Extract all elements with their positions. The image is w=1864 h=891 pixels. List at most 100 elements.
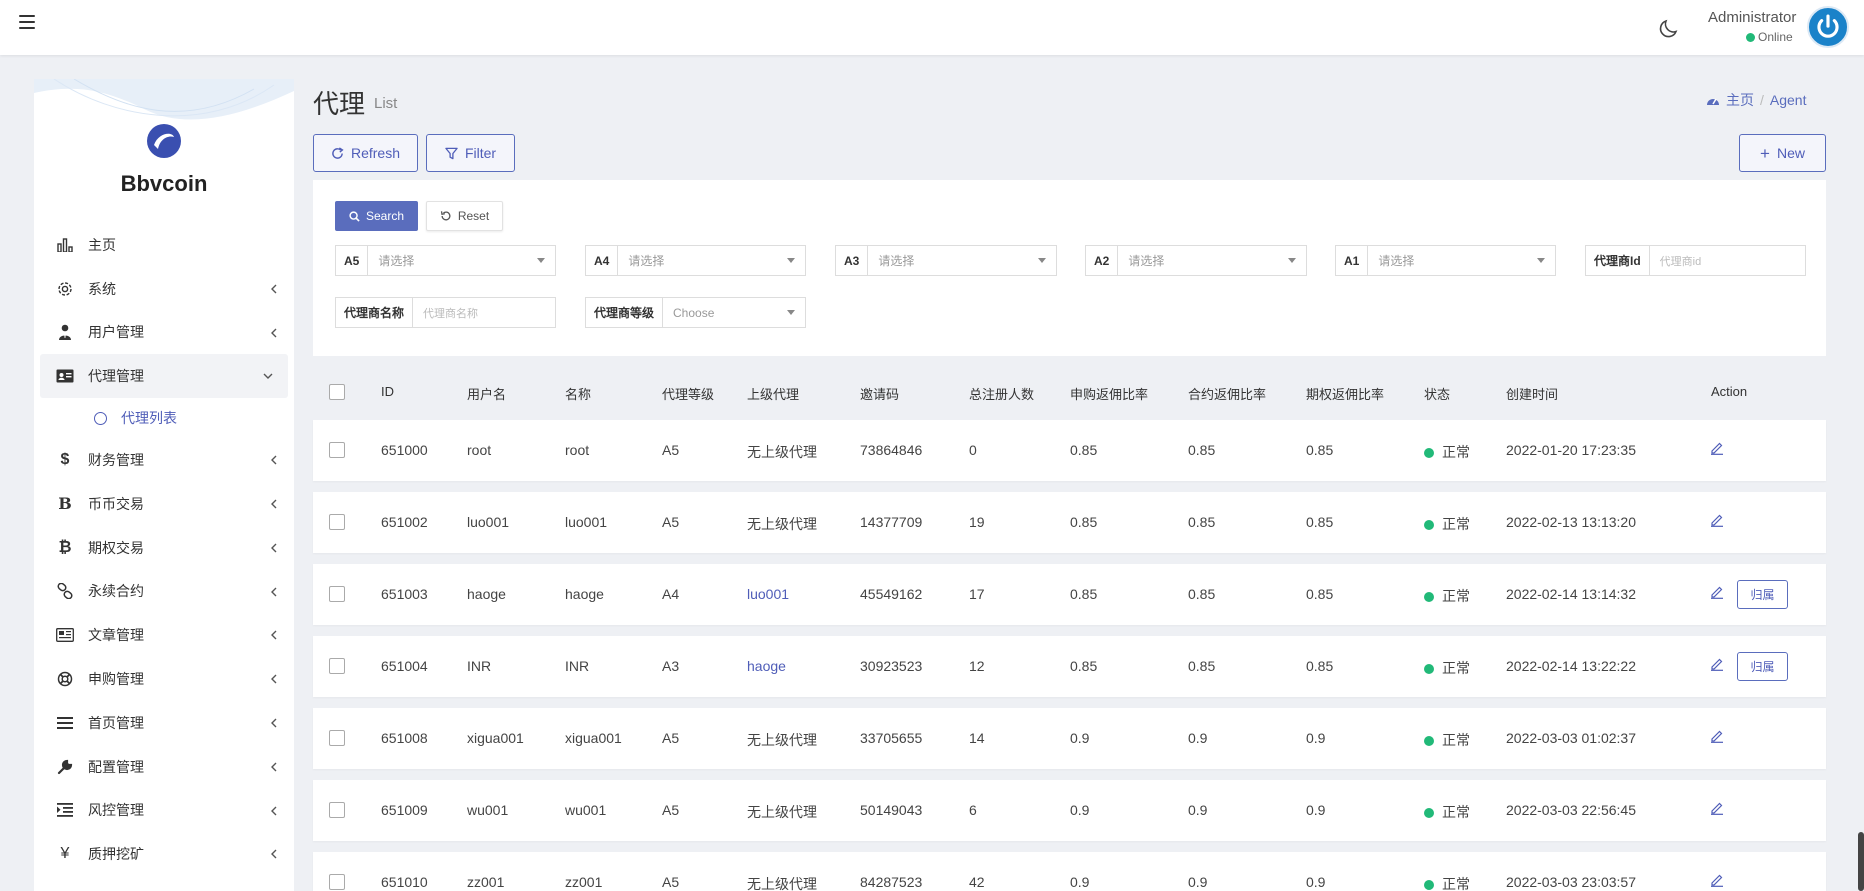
- row-checkbox[interactable]: [329, 586, 345, 602]
- agent-name-input[interactable]: 代理商名称: [413, 298, 555, 327]
- reset-button[interactable]: Reset: [426, 201, 503, 231]
- cell-parent[interactable]: luo001: [747, 586, 789, 602]
- user-name[interactable]: Administrator: [1708, 9, 1796, 26]
- select-placeholder: 请选择: [628, 254, 665, 268]
- dark-mode-moon-icon[interactable]: [1657, 16, 1681, 40]
- sidebar-item-subscription[interactable]: 申购管理: [34, 657, 294, 701]
- edit-pencil-icon[interactable]: [1710, 441, 1724, 455]
- edit-pencil-icon[interactable]: [1710, 801, 1724, 815]
- chevron-left-icon: [271, 284, 277, 294]
- sidebar-item-config[interactable]: 配置管理: [34, 745, 294, 789]
- sidebar-item-options-trading[interactable]: ₿ 期权交易: [34, 526, 294, 570]
- sidebar-item-finance[interactable]: $ 财务管理: [34, 438, 294, 482]
- cell-register-count: 14: [969, 730, 985, 746]
- cell-id: 651009: [381, 802, 428, 818]
- funnel-icon: [445, 147, 458, 159]
- cell-register-count: 12: [969, 658, 985, 674]
- sidebar-item-users[interactable]: 用户管理: [34, 311, 294, 355]
- column-header: ID: [381, 384, 394, 399]
- table-row: 651009 wu001 wu001 A5 无上级代理 50149043 6 0.9 0.9 0.…: [313, 780, 1826, 841]
- row-checkbox[interactable]: [329, 802, 345, 818]
- belong-button[interactable]: 归属: [1737, 580, 1788, 609]
- sidebar-item-label: 质押挖矿: [88, 846, 144, 863]
- cell-username: luo001: [467, 514, 510, 530]
- select-placeholder: 请选择: [1128, 254, 1165, 268]
- id-card-icon: [56, 368, 74, 384]
- table-header: ID 用户名 名称 代理等级 上级代理 邀请码 总注册人数 申购返佣比率 合约返…: [313, 376, 1826, 408]
- filter-a1-select[interactable]: 请选择: [1368, 246, 1555, 275]
- sidebar-item-agent-management[interactable]: 代理管理: [40, 354, 288, 399]
- edit-pencil-icon[interactable]: [1710, 873, 1724, 887]
- edit-pencil-icon[interactable]: [1710, 585, 1724, 599]
- filter-button[interactable]: Filter: [426, 134, 515, 172]
- cell-invite-code: 14377709: [860, 514, 923, 530]
- yen-icon: ¥: [60, 845, 70, 863]
- cell-username: root: [467, 442, 492, 458]
- status-label: 正常: [1442, 444, 1470, 460]
- table-row: 651008 xigua001 xigua001 A5 无上级代理 33705655 14 0…: [313, 708, 1826, 769]
- breadcrumb-home[interactable]: 主页: [1726, 90, 1754, 110]
- refresh-icon: [332, 146, 344, 159]
- cell-name: xigua001: [565, 730, 622, 746]
- cell-status: 正常: [1424, 874, 1470, 891]
- filter-a4: A4 请选择: [585, 245, 806, 276]
- row-checkbox[interactable]: [329, 730, 345, 746]
- top-navbar: Administrator Online: [0, 0, 1864, 55]
- select-all-checkbox[interactable]: [329, 384, 345, 400]
- scrollbar-thumb[interactable]: [1858, 832, 1864, 891]
- avatar[interactable]: [1807, 6, 1849, 48]
- filter-a4-select[interactable]: 请选择: [618, 246, 805, 275]
- new-button[interactable]: + New: [1739, 134, 1826, 172]
- cell-created-time: 2022-02-13 13:13:20: [1506, 514, 1636, 530]
- filter-a3: A3 请选择: [835, 245, 1057, 276]
- edit-pencil-icon[interactable]: [1710, 657, 1724, 671]
- hamburger-menu-icon[interactable]: [19, 15, 35, 29]
- sidebar-item-label: 文章管理: [88, 627, 144, 644]
- filter-a5-select[interactable]: 请选择: [368, 246, 555, 275]
- sidebar-item-articles[interactable]: 文章管理: [34, 613, 294, 657]
- agent-level-select[interactable]: Choose: [663, 298, 805, 327]
- cell-subscription-rebate: 0.85: [1070, 514, 1098, 530]
- cell-option-rebate: 0.9: [1306, 730, 1326, 746]
- filter-panel: Search Reset A5 请选择 A4 请选择 A3 请选择 A2 请选择…: [313, 180, 1826, 356]
- online-dot-icon: [1746, 33, 1755, 42]
- sidebar-subitem-agent-list[interactable]: 代理列表: [34, 398, 294, 438]
- cell-created-time: 2022-03-03 01:02:37: [1506, 730, 1636, 746]
- cell-parent: 无上级代理: [747, 876, 817, 891]
- sidebar-item-home[interactable]: 主页: [34, 223, 294, 267]
- filter-label: 代理商Id: [1586, 246, 1650, 275]
- cell-register-count: 42: [969, 874, 985, 890]
- search-icon: [349, 210, 360, 222]
- cell-level: A5: [662, 802, 680, 818]
- filter-a2-select[interactable]: 请选择: [1118, 246, 1306, 275]
- cell-register-count: 6: [969, 802, 977, 818]
- status-dot-icon: [1424, 592, 1434, 602]
- cell-parent[interactable]: haoge: [747, 658, 786, 674]
- refresh-button[interactable]: Refresh: [313, 134, 418, 172]
- sidebar-item-spot-trading[interactable]: B 币币交易: [34, 482, 294, 526]
- filter-a3-select[interactable]: 请选择: [868, 246, 1056, 275]
- brand-name: Bbvcoin: [120, 171, 208, 196]
- chevron-left-icon: [271, 762, 277, 772]
- belong-button[interactable]: 归属: [1737, 652, 1788, 681]
- search-button[interactable]: Search: [335, 201, 418, 231]
- cell-name: root: [565, 442, 590, 458]
- sidebar-item-homepage-management[interactable]: 首页管理: [34, 701, 294, 745]
- row-checkbox[interactable]: [329, 658, 345, 674]
- cell-status: 正常: [1424, 586, 1470, 606]
- sidebar-item-perpetual[interactable]: 永续合约: [34, 570, 294, 614]
- sidebar-item-staking-mining[interactable]: ¥ 质押挖矿: [34, 832, 294, 876]
- sidebar-item-label: 系统: [88, 280, 116, 297]
- cell-invite-code: 84287523: [860, 874, 923, 890]
- row-checkbox[interactable]: [329, 442, 345, 458]
- sidebar-item-risk-control[interactable]: 风控管理: [34, 789, 294, 833]
- row-checkbox[interactable]: [329, 874, 345, 890]
- cell-level: A5: [662, 874, 680, 890]
- agent-id-input[interactable]: 代理商id: [1650, 246, 1805, 275]
- edit-pencil-icon[interactable]: [1710, 729, 1724, 743]
- sidebar-item-system[interactable]: 系统: [34, 267, 294, 311]
- filter-a2: A2 请选择: [1085, 245, 1307, 276]
- refresh-button-label: Refresh: [350, 145, 401, 161]
- row-checkbox[interactable]: [329, 514, 345, 530]
- edit-pencil-icon[interactable]: [1710, 513, 1724, 527]
